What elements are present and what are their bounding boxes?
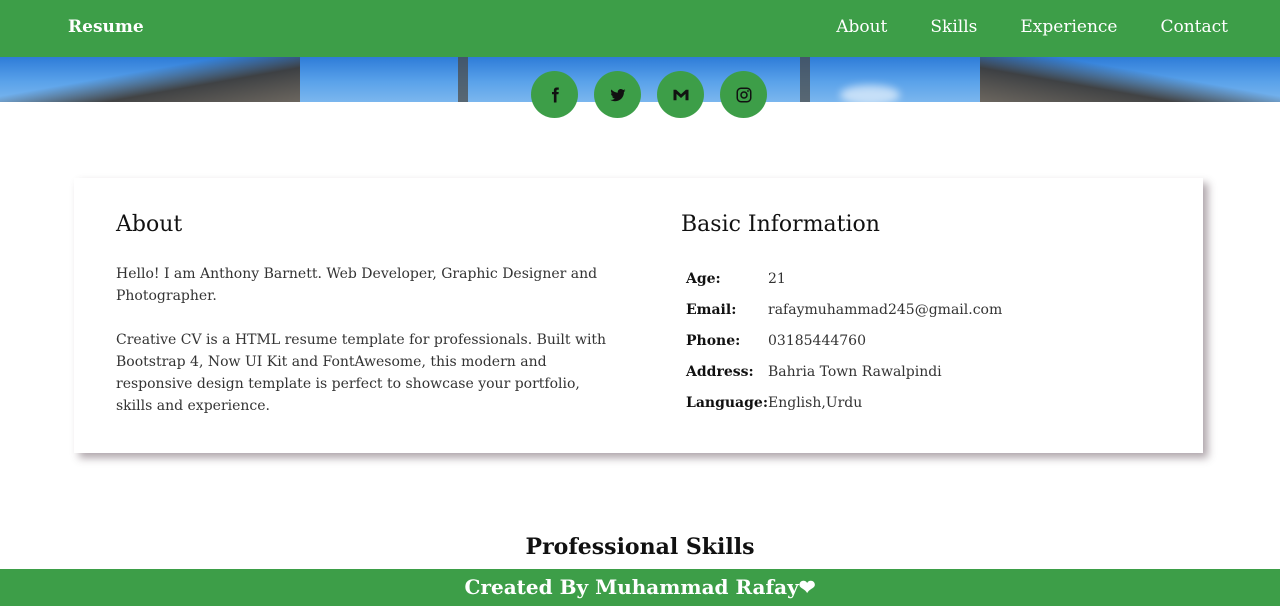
info-row-email: Email: rafaymuhammad245@gmail.com <box>686 294 1002 325</box>
nav-link-contact[interactable]: Contact <box>1160 17 1228 37</box>
basic-info-section: Basic Information Age: 21 Email: rafaymu… <box>681 212 1161 418</box>
info-value: Bahria Town Rawalpindi <box>768 363 942 380</box>
info-label: Email: <box>686 301 737 318</box>
footer: Created By Muhammad Rafay❤ <box>0 569 1280 606</box>
navbar: Resume About Skills Experience Contact <box>0 0 1280 57</box>
gmail-icon <box>673 89 688 100</box>
about-paragraph: Creative CV is a HTML resume template fo… <box>116 332 607 414</box>
info-label: Age: <box>686 270 721 287</box>
nav-link-skills[interactable]: Skills <box>930 17 977 37</box>
info-row-language: Language: English,Urdu <box>686 387 1002 418</box>
info-value: 03185444760 <box>768 332 866 349</box>
info-row-age: Age: 21 <box>686 263 1002 294</box>
instagram-icon <box>736 87 751 102</box>
hero-post <box>800 57 810 102</box>
gmail-button[interactable] <box>657 71 704 118</box>
hero-cloud <box>840 85 900 102</box>
info-value: 21 <box>768 270 786 287</box>
info-row-phone: Phone: 03185444760 <box>686 325 1002 356</box>
hero-post <box>458 57 468 102</box>
skills-title: Professional Skills <box>525 534 755 560</box>
info-value: rafaymuhammad245@gmail.com <box>768 301 1003 318</box>
basic-info-table: Age: 21 Email: rafaymuhammad245@gmail.co… <box>686 263 1002 418</box>
about-card: About Hello! I am Anthony Barnett. Web D… <box>74 178 1203 453</box>
hero-slope-right <box>980 57 1280 102</box>
nav-links: About Skills Experience Contact <box>836 17 1228 37</box>
facebook-button[interactable] <box>531 71 578 118</box>
twitter-icon <box>609 88 625 101</box>
info-row-address: Address: Bahria Town Rawalpindi <box>686 356 1002 387</box>
about-paragraph: Hello! I am Anthony Barnett. Web Develop… <box>116 266 598 304</box>
heart-icon: ❤ <box>798 575 816 599</box>
social-links <box>531 71 767 118</box>
info-value: English,Urdu <box>768 394 863 411</box>
about-section: About Hello! I am Anthony Barnett. Web D… <box>116 212 616 439</box>
nav-link-experience[interactable]: Experience <box>1020 17 1117 37</box>
instagram-button[interactable] <box>720 71 767 118</box>
info-label: Phone: <box>686 332 741 349</box>
footer-text: Created By Muhammad Rafay <box>464 575 799 599</box>
basic-info-title: Basic Information <box>681 212 880 237</box>
twitter-button[interactable] <box>594 71 641 118</box>
facebook-icon <box>551 87 559 102</box>
brand-link[interactable]: Resume <box>68 17 144 37</box>
hero-slope-left <box>0 57 300 102</box>
about-title: About <box>116 212 183 237</box>
info-label: Address: <box>686 363 754 380</box>
nav-link-about[interactable]: About <box>836 17 887 37</box>
info-label: Language: <box>686 394 768 411</box>
